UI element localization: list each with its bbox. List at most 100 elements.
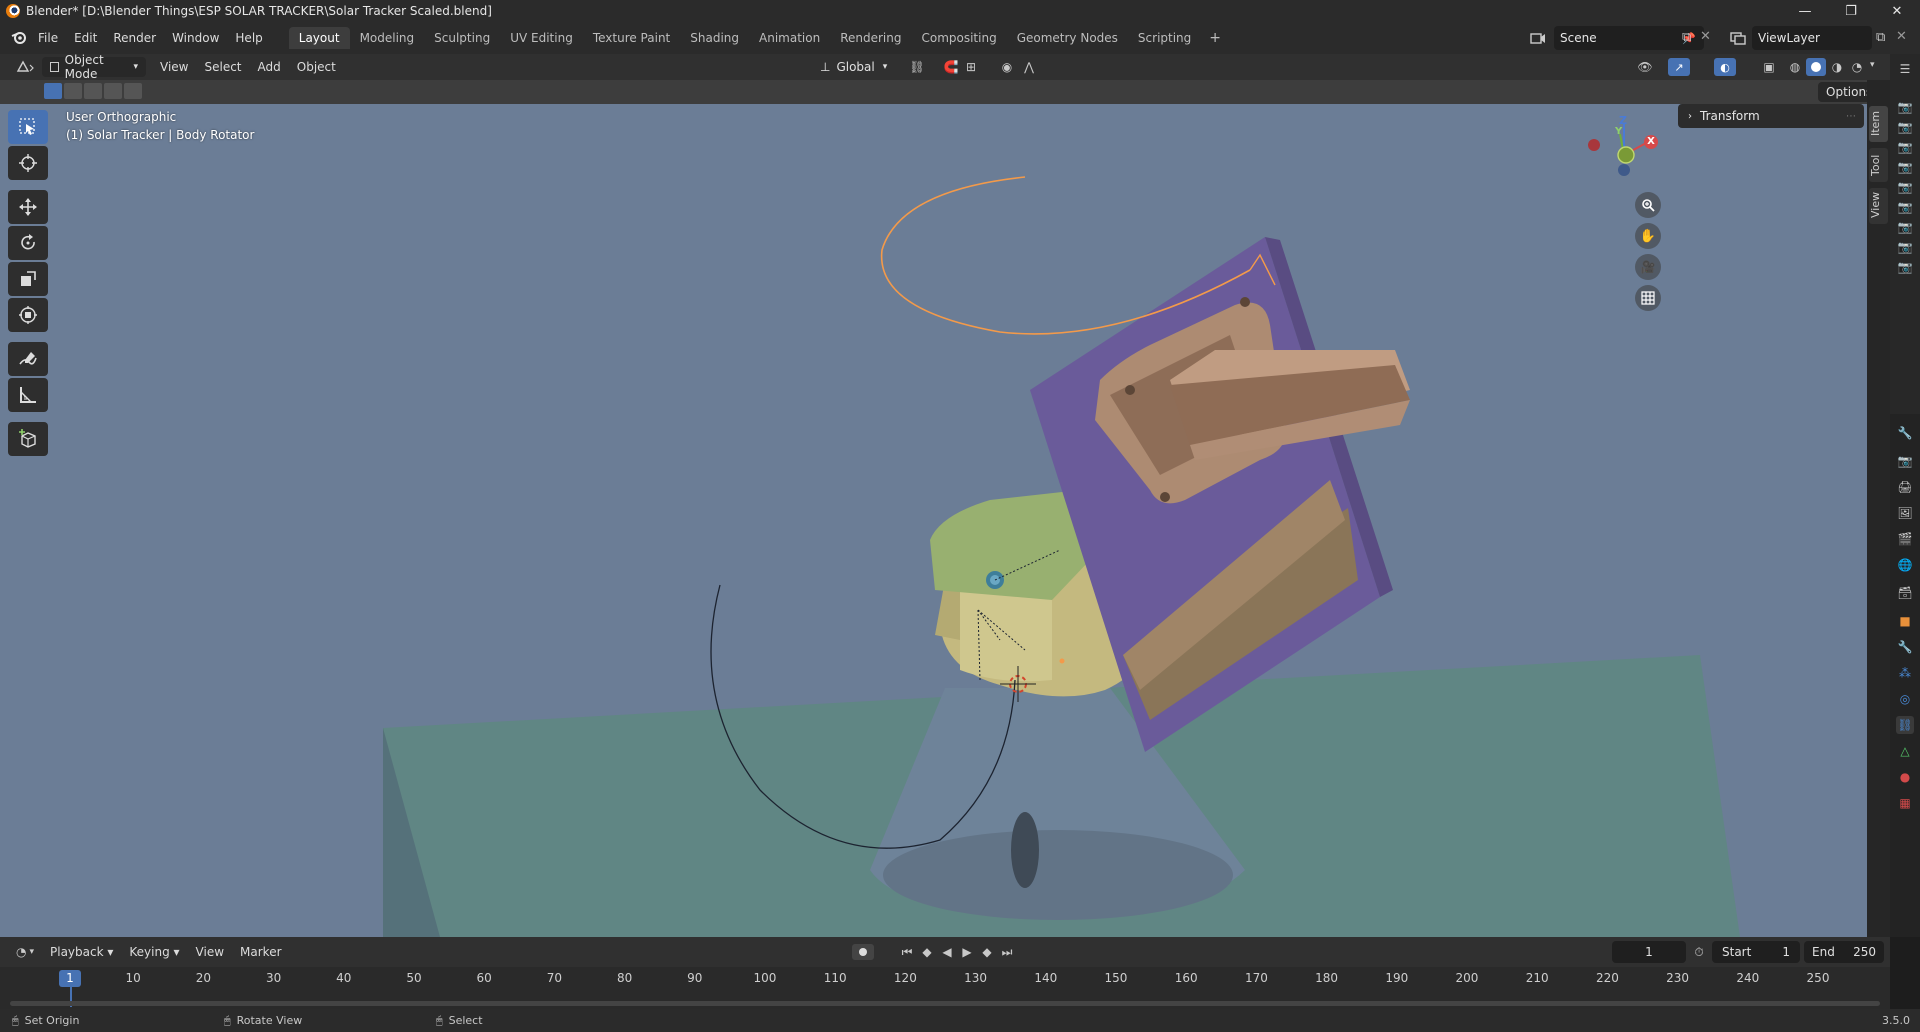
camera-view-button[interactable]: 🎥 bbox=[1635, 254, 1661, 280]
sidebar-tab-item[interactable]: Item bbox=[1869, 106, 1888, 142]
orientation-dropdown[interactable]: ⊥ Global ▾ bbox=[820, 57, 887, 77]
sidebar-tab-view[interactable]: View bbox=[1869, 188, 1888, 224]
tab-uv-editing[interactable]: UV Editing bbox=[500, 27, 583, 49]
texture-properties-icon[interactable]: ▦ bbox=[1896, 794, 1914, 812]
modifier-properties-icon[interactable]: 🔧 bbox=[1896, 638, 1914, 656]
tool-properties-icon[interactable]: 🔧 bbox=[1896, 424, 1914, 442]
maximize-button[interactable]: ❐ bbox=[1828, 0, 1874, 22]
next-keyframe-icon[interactable]: ◆ bbox=[978, 943, 996, 961]
collection-properties-icon[interactable]: 🗃 bbox=[1896, 584, 1914, 602]
new-view-layer-icon[interactable]: ⧉ bbox=[1876, 30, 1885, 45]
camera-visibility-icon[interactable]: 📷 bbox=[1896, 258, 1914, 276]
prev-keyframe-icon[interactable]: ◆ bbox=[918, 943, 936, 961]
camera-visibility-icon[interactable]: 📷 bbox=[1896, 98, 1914, 116]
end-frame-field[interactable]: End 250 bbox=[1804, 941, 1884, 963]
timeline-menu-playback[interactable]: Playback ▾ bbox=[42, 945, 121, 959]
tab-geometry-nodes[interactable]: Geometry Nodes bbox=[1007, 27, 1128, 49]
menu-edit[interactable]: Edit bbox=[66, 31, 105, 45]
snap-target-icon[interactable]: ⊞ bbox=[962, 58, 980, 76]
timeline-menu-marker[interactable]: Marker bbox=[232, 945, 289, 959]
overlay-toggle-icon[interactable]: ◐ bbox=[1714, 58, 1736, 76]
tab-scripting[interactable]: Scripting bbox=[1128, 27, 1201, 49]
solid-shading-icon[interactable] bbox=[1806, 58, 1826, 76]
drag-handle-icon[interactable]: ⋯ bbox=[1846, 111, 1856, 122]
camera-visibility-icon[interactable]: 📷 bbox=[1896, 198, 1914, 216]
camera-visibility-icon[interactable]: 📷 bbox=[1896, 118, 1914, 136]
mode-dropdown[interactable]: Object Mode ▾ bbox=[42, 53, 146, 81]
editor-type-icon[interactable] bbox=[8, 57, 42, 77]
camera-visibility-icon[interactable]: 📷 bbox=[1896, 158, 1914, 176]
visibility-icon[interactable]: 👁 bbox=[1636, 58, 1654, 76]
output-properties-icon[interactable]: 🖨 bbox=[1896, 478, 1914, 496]
view-layer-field[interactable]: ViewLayer bbox=[1752, 26, 1872, 50]
proportional-edit-icon[interactable]: ◉ bbox=[998, 58, 1016, 76]
record-keyframe-icon[interactable] bbox=[852, 944, 874, 960]
scale-tool[interactable] bbox=[8, 262, 48, 296]
select-subtract-icon[interactable] bbox=[84, 83, 102, 99]
blender-menu-icon[interactable] bbox=[8, 27, 30, 49]
add-workspace-button[interactable]: + bbox=[1201, 30, 1229, 46]
snap-icon[interactable]: 🧲 bbox=[942, 58, 960, 76]
tab-animation[interactable]: Animation bbox=[749, 27, 830, 49]
play-icon[interactable]: ▶ bbox=[958, 943, 976, 961]
timeline-body[interactable]: 1 10 20 30 40 50 60 70 80 90 100 110 120 130 140 150 160… bbox=[0, 967, 1890, 1009]
scene-selector-icon[interactable] bbox=[1524, 28, 1552, 48]
cursor-tool[interactable] bbox=[8, 146, 48, 180]
move-tool[interactable] bbox=[8, 190, 48, 224]
timeline-menu-keying[interactable]: Keying ▾ bbox=[121, 945, 187, 959]
world-properties-icon[interactable]: 🌐 bbox=[1896, 556, 1914, 574]
view-layer-properties-icon[interactable]: 🖼 bbox=[1896, 504, 1914, 522]
jump-end-icon[interactable]: ⏭ bbox=[998, 943, 1016, 961]
select-box-tool[interactable] bbox=[8, 110, 48, 144]
gizmo-toggle-icon[interactable]: ↗ bbox=[1668, 58, 1690, 76]
scene-properties-icon[interactable]: 🎬 bbox=[1896, 530, 1914, 548]
physics-properties-icon[interactable]: ◎ bbox=[1896, 690, 1914, 708]
viewport-menu-select[interactable]: Select bbox=[196, 60, 249, 74]
menu-window[interactable]: Window bbox=[164, 31, 227, 45]
start-frame-field[interactable]: Start 1 bbox=[1712, 941, 1800, 963]
add-cube-tool[interactable] bbox=[8, 422, 48, 456]
stopwatch-icon[interactable]: ⏱ bbox=[1690, 943, 1708, 961]
zoom-view-button[interactable] bbox=[1635, 192, 1661, 218]
3d-viewport[interactable]: User Orthographic (1) Solar Tracker | Bo… bbox=[0, 80, 1867, 937]
frame-ruler[interactable]: 1 10 20 30 40 50 60 70 80 90 100 110 120 130 140 150 160… bbox=[0, 967, 1890, 991]
tab-texture-paint[interactable]: Texture Paint bbox=[583, 27, 680, 49]
camera-visibility-icon[interactable]: 📷 bbox=[1896, 238, 1914, 256]
viewport-menu-add[interactable]: Add bbox=[250, 60, 289, 74]
constraint-properties-icon[interactable]: ⛓ bbox=[1896, 716, 1914, 734]
new-scene-icon[interactable]: ⧉ bbox=[1682, 30, 1691, 45]
delete-view-layer-icon[interactable]: ✕ bbox=[1896, 29, 1907, 44]
timeline-editor-type-icon[interactable]: ◔ ▾ bbox=[8, 942, 42, 962]
menu-render[interactable]: Render bbox=[105, 31, 164, 45]
object-properties-icon[interactable]: ■ bbox=[1896, 612, 1914, 630]
camera-visibility-icon[interactable]: 📷 bbox=[1896, 178, 1914, 196]
material-shading-icon[interactable]: ◑ bbox=[1828, 58, 1846, 76]
select-invert-icon[interactable] bbox=[104, 83, 122, 99]
tab-shading[interactable]: Shading bbox=[680, 27, 749, 49]
particles-properties-icon[interactable]: ⁂ bbox=[1896, 664, 1914, 682]
outliner-filter-icon[interactable]: ☰ bbox=[1896, 60, 1914, 78]
wireframe-shading-icon[interactable]: ◍ bbox=[1786, 58, 1804, 76]
rotate-tool[interactable] bbox=[8, 226, 48, 260]
minimize-button[interactable]: — bbox=[1782, 0, 1828, 22]
pivot-icon[interactable]: ⛓ bbox=[908, 58, 926, 76]
material-properties-icon[interactable]: ● bbox=[1896, 768, 1914, 786]
select-intersect-icon[interactable] bbox=[124, 83, 142, 99]
menu-file[interactable]: File bbox=[30, 31, 66, 45]
timeline-scrollbar[interactable] bbox=[10, 1001, 1880, 1006]
options-button[interactable]: Options ▾ bbox=[1818, 82, 1867, 102]
rendered-shading-icon[interactable]: ◔ bbox=[1848, 58, 1866, 76]
tab-compositing[interactable]: Compositing bbox=[911, 27, 1006, 49]
data-properties-icon[interactable]: △ bbox=[1896, 742, 1914, 760]
viewport-menu-object[interactable]: Object bbox=[289, 60, 344, 74]
xray-toggle-icon[interactable]: ▣ bbox=[1760, 58, 1778, 76]
current-frame-field[interactable]: 1 bbox=[1612, 941, 1686, 963]
viewport-menu-view[interactable]: View bbox=[152, 60, 196, 74]
navigation-gizmo[interactable]: Z Y X bbox=[1574, 100, 1674, 200]
render-properties-icon[interactable]: 📷 bbox=[1896, 452, 1914, 470]
falloff-icon[interactable]: ⋀ bbox=[1020, 58, 1038, 76]
transform-tool[interactable] bbox=[8, 298, 48, 332]
camera-visibility-icon[interactable]: 📷 bbox=[1896, 218, 1914, 236]
tab-sculpting[interactable]: Sculpting bbox=[424, 27, 500, 49]
tab-modeling[interactable]: Modeling bbox=[350, 27, 425, 49]
